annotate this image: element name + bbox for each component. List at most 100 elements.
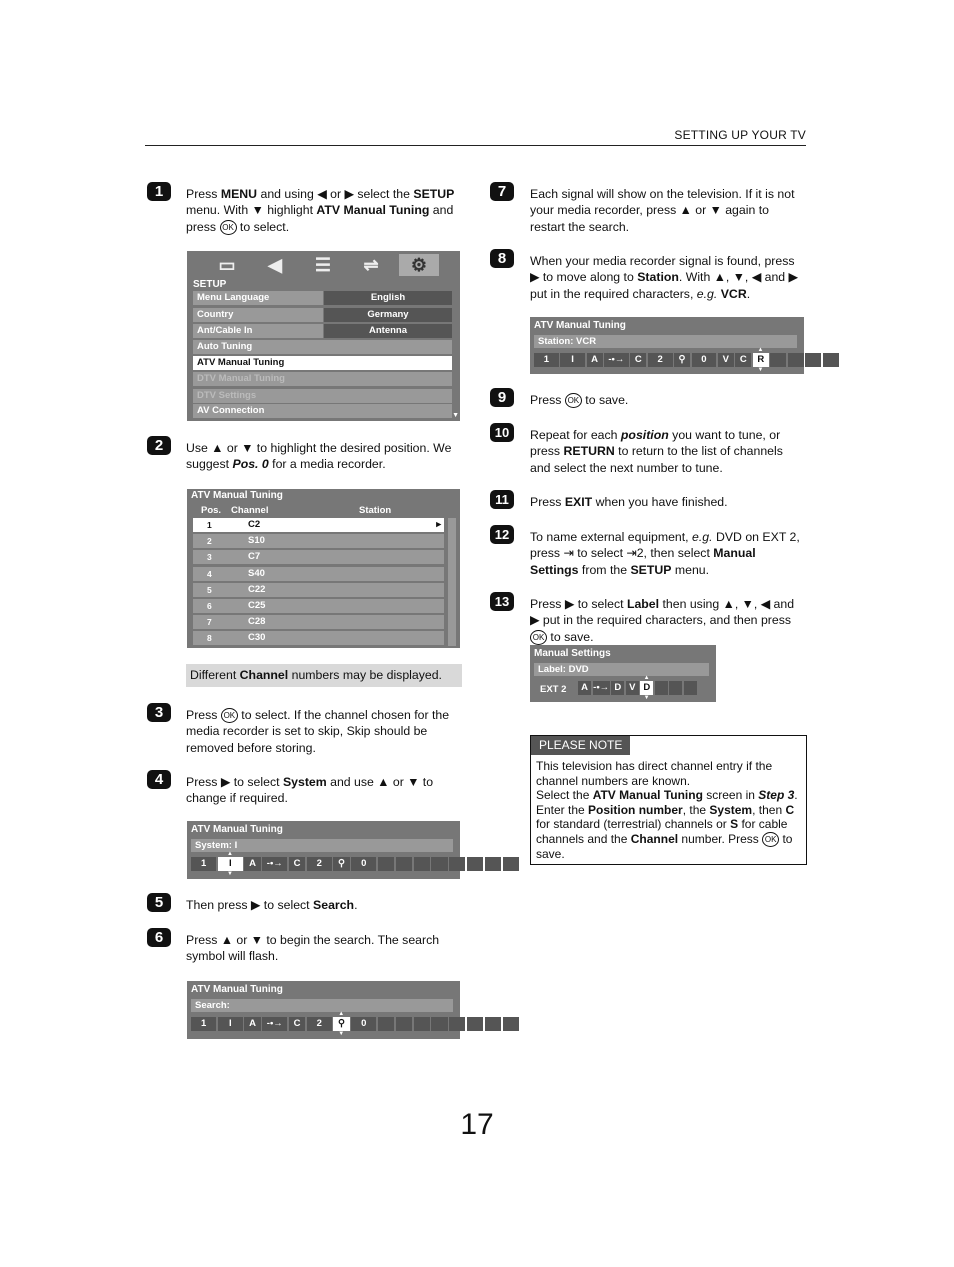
tuning-cell[interactable]: I — [217, 1017, 243, 1031]
step-text: Press OK to save. — [530, 393, 629, 409]
channel-list-screen: ATV Manual Tuning Pos. Channel Station 1 C2 ▸ 2… — [187, 489, 460, 648]
tuning-cell[interactable] — [502, 1017, 519, 1031]
tuning-cell[interactable]: A — [244, 1017, 261, 1031]
position-cell: 6 — [207, 601, 212, 611]
tuning-cell[interactable] — [395, 1017, 412, 1031]
signal-arrow-icon[interactable]: -•→ — [604, 353, 629, 367]
screen-title: Manual Settings — [534, 648, 611, 659]
signal-arrow-icon[interactable]: -•→ — [262, 1017, 288, 1031]
scroll-down-icon: ▼ — [452, 412, 459, 419]
bold-text: ATV Manual Tuning — [592, 788, 703, 802]
channel-cell: C28 — [248, 616, 266, 628]
search-tuning-screen: ATV Manual Tuning Search: 1 I A -•→ C 2 ⚲ ▲ ▼ 0 — [187, 981, 519, 1039]
position-cell: 8 — [207, 633, 212, 644]
tuning-cell[interactable]: A — [586, 353, 603, 367]
tuning-cell[interactable]: I — [560, 353, 585, 367]
channel-row[interactable]: 6 C25 — [193, 599, 444, 613]
tuning-cell[interactable]: 2 — [306, 857, 332, 871]
setup-menu-item[interactable]: Menu Language — [193, 291, 323, 305]
tuning-cell[interactable]: 0 — [691, 353, 717, 367]
tuning-cell[interactable]: A — [578, 681, 591, 695]
tuning-cell[interactable] — [395, 857, 412, 871]
bold-text: ATV Manual Tuning — [316, 203, 430, 218]
tuning-cell[interactable]: C — [735, 353, 752, 367]
setup-menu-item[interactable]: Country — [193, 308, 323, 322]
tuning-cell[interactable] — [822, 353, 839, 367]
tuning-cell[interactable]: C — [288, 857, 306, 871]
tuning-cell[interactable] — [683, 681, 697, 695]
tuning-cell[interactable]: R — [752, 353, 769, 367]
tuning-cell[interactable]: D — [640, 681, 654, 695]
tuning-cell[interactable] — [466, 1017, 484, 1031]
tuning-cell[interactable]: D — [611, 681, 625, 695]
position-cell: 3 — [207, 552, 212, 563]
tuning-cell[interactable]: A — [244, 857, 261, 871]
bold-text: VCR — [720, 286, 747, 301]
bold-text: System — [709, 802, 753, 817]
tuning-cell[interactable]: 1 — [191, 857, 217, 871]
tuning-cell[interactable]: 0 — [351, 857, 377, 871]
tuning-cell[interactable] — [466, 857, 484, 871]
tuning-cell[interactable] — [449, 857, 466, 871]
tuning-cell[interactable]: 1 — [534, 353, 559, 367]
tuning-cell[interactable]: I — [217, 857, 243, 871]
setup-menu-item[interactable]: Auto Tuning — [193, 340, 452, 354]
step-text: Repeat for each position you want to tun… — [530, 428, 783, 475]
channel-cell: C7 — [248, 551, 261, 563]
section-header: SETTING UP YOUR TV — [674, 128, 806, 142]
search-icon[interactable]: ⚲ — [674, 353, 690, 367]
channel-row[interactable]: 3 C7 — [193, 550, 444, 565]
tuning-cell[interactable] — [502, 857, 519, 871]
tuning-cell[interactable] — [377, 1017, 395, 1031]
tuning-cell[interactable] — [431, 1017, 448, 1031]
signal-arrow-icon[interactable]: -•→ — [262, 857, 288, 871]
channel-row[interactable]: 7 C28 — [193, 615, 444, 630]
setup-menu-item[interactable]: DTV Manual Tuning — [193, 372, 452, 386]
channel-cell: C22 — [248, 583, 266, 595]
tuning-cell[interactable]: C — [288, 1017, 306, 1031]
bold-text: S — [730, 817, 739, 831]
channel-row[interactable]: 1 C2 ▸ — [193, 518, 444, 532]
note-box: Different Channel numbers may be display… — [186, 664, 462, 687]
channel-row[interactable]: 5 C22 — [193, 582, 444, 597]
setup-menu-item[interactable]: AV Connection — [193, 404, 452, 418]
tuning-cell[interactable] — [377, 857, 395, 871]
arrow-up-icon: ▲ — [227, 851, 233, 857]
tuning-cell[interactable]: V — [717, 353, 734, 367]
tuning-cell[interactable] — [484, 1017, 501, 1031]
tuning-cell[interactable] — [431, 857, 448, 871]
tuning-cell[interactable] — [787, 353, 804, 367]
tuning-cell[interactable]: 0 — [351, 1017, 377, 1031]
tuning-cell[interactable]: 2 — [647, 353, 673, 367]
preferences-icon: ⇌ — [363, 255, 379, 275]
tuning-cell[interactable]: C — [630, 353, 647, 367]
tuning-cell[interactable] — [669, 681, 683, 695]
channel-row[interactable]: 2 S10 — [193, 534, 444, 549]
tuning-cell[interactable] — [449, 1017, 466, 1031]
please-note-title: PLEASE NOTE — [531, 736, 631, 755]
station-tuning-screen: ATV Manual Tuning Station: VCR 1 I A -•→ C 2 ⚲ 0 V… — [530, 317, 839, 374]
tuning-cell[interactable] — [484, 857, 501, 871]
search-icon[interactable]: ⚲ — [333, 1017, 350, 1031]
channel-cell: C30 — [248, 632, 266, 644]
tuning-cell[interactable] — [413, 857, 430, 871]
search-icon[interactable]: ⚲ — [333, 857, 350, 871]
signal-arrow-icon[interactable]: -•→ — [592, 681, 610, 695]
channel-row[interactable]: 8 C30 — [193, 631, 444, 646]
tuning-cell[interactable]: V — [625, 681, 639, 695]
tuning-cell[interactable] — [654, 681, 668, 695]
tuning-cell[interactable] — [805, 353, 822, 367]
step-number-badge: 5 — [147, 893, 171, 912]
setup-menu-item[interactable]: ATV Manual Tuning — [193, 356, 452, 370]
channel-row[interactable]: 4 S40 — [193, 566, 444, 581]
tuning-cell[interactable]: 1 — [191, 1017, 217, 1031]
tuning-cell[interactable]: 2 — [306, 1017, 332, 1031]
step-text: Then press ▶ to select Search. — [186, 898, 358, 912]
step-number-badge: 4 — [147, 770, 171, 789]
arrow-up-icon: ▲ — [643, 675, 650, 681]
setup-menu-item[interactable]: Ant/Cable In — [193, 324, 323, 338]
tuning-cell[interactable] — [770, 353, 787, 367]
tuning-cell[interactable] — [413, 1017, 430, 1031]
setup-menu-item[interactable]: DTV Settings — [193, 389, 452, 403]
step-number-badge: 9 — [490, 388, 514, 407]
